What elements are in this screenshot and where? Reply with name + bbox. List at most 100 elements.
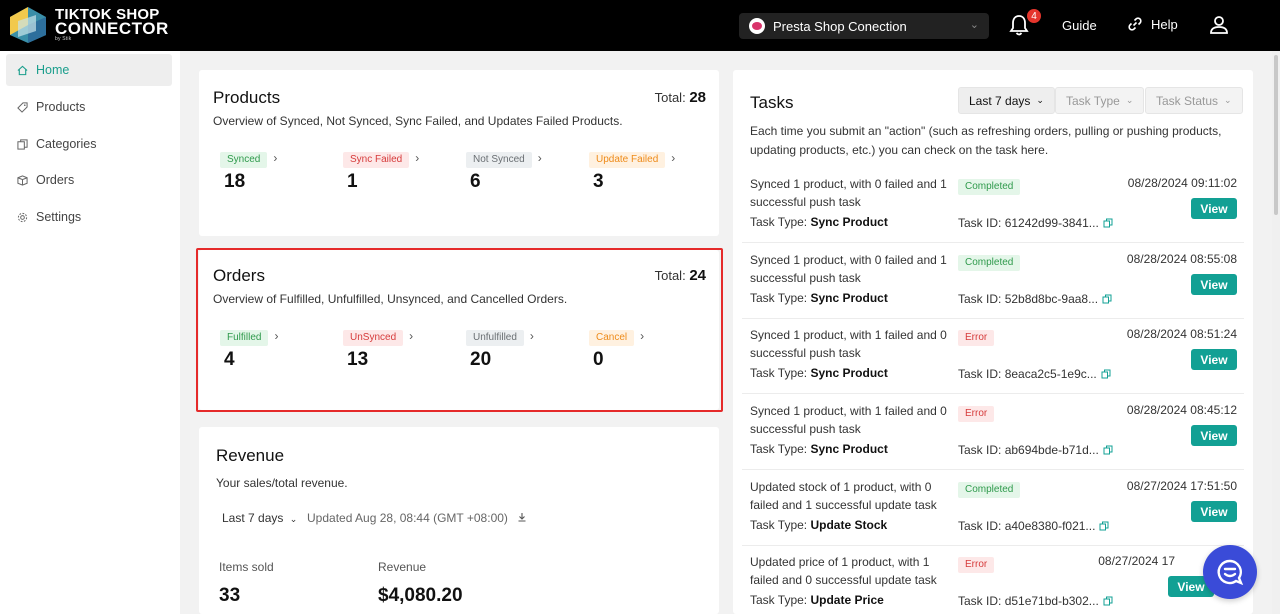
task-date: 08/27/2024 17 [1098,554,1175,568]
sidebar-item-label: Home [36,63,70,77]
stat-sync-failed[interactable]: Sync Failed › 1 [343,149,420,192]
task-row: Synced 1 product, with 0 failed and 1 su… [742,243,1244,319]
products-total: Total: 28 [655,89,706,106]
task-type-value: Sync Product [810,215,888,229]
task-id-label: Task ID: [958,292,1002,306]
sidebar-item-label: Products [36,100,86,114]
copy-icon[interactable] [1103,445,1113,455]
sidebar-item-label: Orders [36,173,75,187]
revenue-card: Revenue Your sales/total revenue. Last 7… [199,427,719,614]
filter-task-status[interactable]: Task Status ⌄ [1145,87,1243,114]
sidebar-item-home[interactable]: Home [6,54,172,86]
copy-icon[interactable] [1099,521,1109,531]
status-badge: Error [958,557,995,573]
chat-button[interactable] [1203,545,1257,599]
task-type: Task Type: Update Stock [750,518,887,532]
user-icon[interactable] [1209,15,1229,35]
task-row: Synced 1 product, with 0 failed and 1 su… [742,167,1244,243]
help-label: Help [1151,16,1178,32]
copy-icon[interactable] [1103,596,1113,606]
status-badge: Completed [958,255,1021,271]
copy-icon[interactable] [1102,294,1112,304]
task-id: Task ID: d51e71bd-b302... [958,594,1113,608]
shop-selector-label: Presta Shop Conection [773,18,907,34]
chevron-down-icon: ⌄ [289,514,298,524]
task-id-label: Task ID: [958,519,1002,533]
view-button[interactable]: View [1191,198,1237,219]
task-type-value: Sync Product [810,366,888,380]
task-row: Synced 1 product, with 1 failed and 0 su… [742,318,1244,394]
view-button[interactable]: View [1191,274,1237,295]
task-id: Task ID: a40e8380-f021... [958,519,1109,533]
stat-update-failed[interactable]: Update Failed › 3 [589,149,676,192]
status-badge: Synced [220,152,268,168]
task-date: 08/28/2024 08:45:12 [1126,403,1237,417]
chevron-right-icon: › [415,150,420,165]
task-id-label: Task ID: [958,216,1002,230]
products-card: Products Total: 28 Overview of Synced, N… [199,70,719,236]
stat-not-synced[interactable]: Not Synced › 6 [466,149,542,192]
task-row: Synced 1 product, with 1 failed and 0 su… [742,394,1244,470]
copy-icon[interactable] [1103,218,1113,228]
task-id: Task ID: ab694bde-b71d... [958,443,1113,457]
task-id: Task ID: 8eaca2c5-1e9c... [958,367,1111,381]
link-icon [1128,17,1142,31]
sidebar-item-categories[interactable]: Categories [6,128,172,160]
chevron-down-icon: ⌄ [1224,95,1232,105]
sidebar-item-label: Categories [36,137,97,151]
updated-label: Updated Aug 28, 08:44 (GMT +08:00) [307,511,508,525]
sidebar-item-settings[interactable]: Settings [6,201,172,233]
revenue-subtitle: Your sales/total revenue. [216,476,348,490]
shop-selector[interactable]: Presta Shop Conection ⌄ [739,13,989,39]
task-date: 08/28/2024 09:11:02 [1127,176,1237,190]
scrollbar-thumb[interactable] [1274,55,1278,215]
task-id-value: 52b8d8bc-9aa8... [1004,292,1099,306]
task-id-value: d51e71bd-b302... [1004,594,1099,608]
task-id-label: Task ID: [958,367,1002,381]
task-description: Synced 1 product, with 0 failed and 1 su… [750,253,947,285]
download-icon[interactable] [517,512,527,522]
chat-icon [1217,559,1244,586]
stat-value: 1 [347,171,358,192]
products-subtitle: Overview of Synced, Not Synced, Sync Fai… [213,114,623,128]
view-button[interactable]: View [1191,349,1237,370]
task-id-value: ab694bde-b71d... [1004,443,1099,457]
task-id: Task ID: 52b8d8bc-9aa8... [958,292,1112,306]
view-button[interactable]: View [1191,501,1237,522]
task-type-value: Update Stock [810,518,888,532]
task-type-label: Task Type: [750,593,808,607]
tasks-description: Each time you submit an "action" (such a… [750,124,1222,157]
view-button[interactable]: View [1191,425,1237,446]
task-row: Updated price of 1 product, with 1 faile… [742,545,1244,614]
filter-label: Task Status [1156,93,1219,108]
sidebar-item-label: Settings [36,210,82,224]
task-id: Task ID: 61242d99-3841... [958,216,1113,230]
stat-value: 3 [593,171,604,192]
sidebar: Home Products Categories Orders Settings [0,51,180,614]
task-type: Task Type: Update Price [750,593,884,607]
revenue-title: Revenue [216,446,285,465]
task-type-label: Task Type: [750,442,808,456]
chevron-down-icon: ⌄ [1036,95,1044,105]
chevron-right-icon: › [671,150,676,165]
filter-label: Task Type [1066,93,1120,108]
status-badge: Completed [958,482,1021,498]
page-scrollbar[interactable] [1272,51,1280,614]
notification-badge: 4 [1026,8,1042,24]
stat-synced[interactable]: Synced › 18 [220,149,277,192]
task-date: 08/28/2024 08:55:08 [1126,252,1237,266]
sidebar-item-orders[interactable]: Orders [6,164,172,196]
filter-date-range[interactable]: Last 7 days ⌄ [958,87,1055,114]
app-logo[interactable]: TIKTOK SHOP CONNECTOR by Stik [6,5,169,45]
stat-value: 18 [224,171,246,192]
revenue-range-dropdown[interactable]: Last 7 days ⌄ [222,511,297,525]
revenue-updated: Updated Aug 28, 08:44 (GMT +08:00) [307,511,527,525]
range-label: Last 7 days [222,511,284,525]
copy-icon[interactable] [1101,369,1111,379]
task-type-value: Sync Product [810,442,888,456]
filter-task-type[interactable]: Task Type ⌄ [1055,87,1145,114]
guide-link[interactable]: Guide [1062,18,1097,33]
help-link[interactable]: Help [1127,16,1178,32]
task-type-value: Sync Product [810,291,888,305]
sidebar-item-products[interactable]: Products [6,91,172,123]
